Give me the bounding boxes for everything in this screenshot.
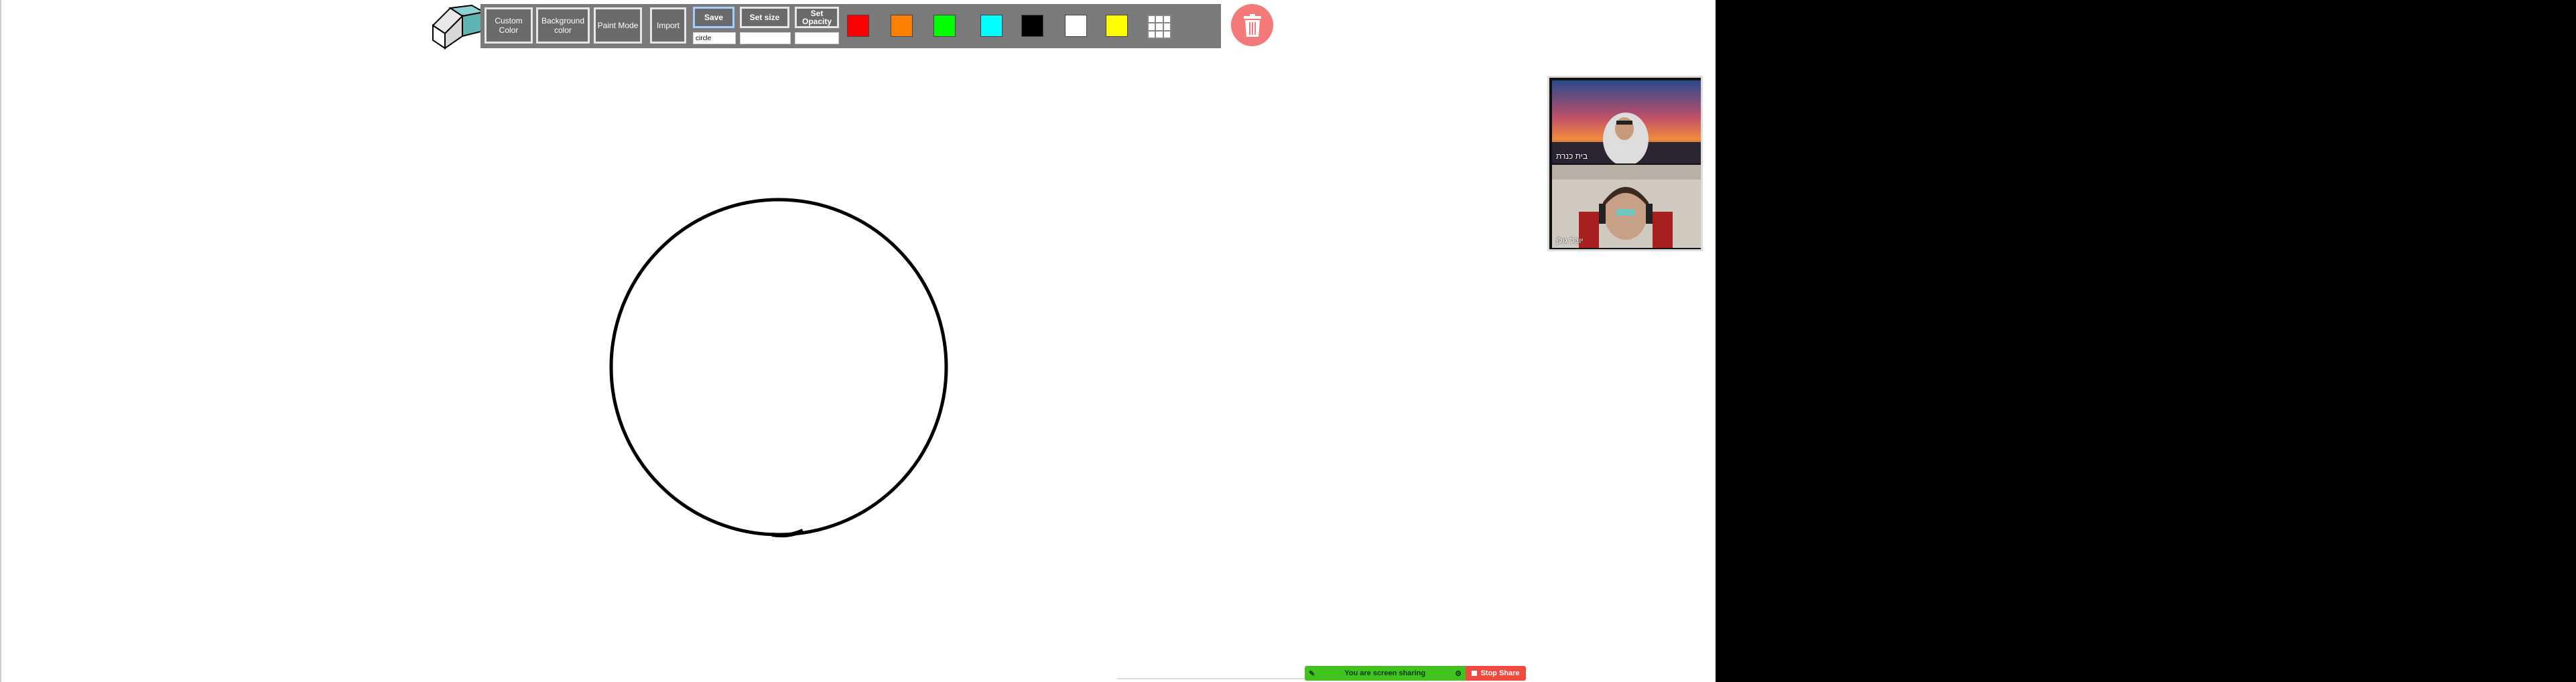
stop-share-label: Stop Share [1480, 669, 1520, 677]
video-panel: בית כנרת יובל גולן [1547, 76, 1703, 251]
swatch-green[interactable] [933, 15, 956, 37]
pin-icon[interactable]: ✎ [1309, 669, 1315, 678]
participant-name: בית כנרת [1556, 151, 1588, 161]
drawing-toolbar: Custom Color Background color Paint Mode… [480, 4, 1221, 48]
set-size-button[interactable]: Set size [740, 7, 789, 28]
swatch-black[interactable] [1021, 15, 1043, 37]
import-button[interactable]: Import [650, 7, 686, 44]
share-status-text: You are screen sharing [1344, 669, 1426, 677]
paint-mode-button[interactable]: Paint Mode [594, 7, 642, 44]
trash-icon [1243, 13, 1261, 37]
drawn-circle [609, 198, 948, 538]
participant-name: יובל גולן [1556, 236, 1584, 245]
swatch-red[interactable] [847, 15, 869, 37]
drawing-canvas[interactable]: Custom Color Background color Paint Mode… [0, 0, 1716, 682]
grid-icon[interactable] [1147, 15, 1171, 39]
settings-icon[interactable]: ⚙ [1455, 669, 1462, 678]
share-status[interactable]: ✎ You are screen sharing ⚙ [1305, 666, 1466, 681]
clear-canvas-button[interactable] [1231, 4, 1273, 46]
video-tile-2: יובל גולן [1552, 165, 1701, 248]
swatch-yellow[interactable] [1106, 15, 1128, 37]
video-tile-1: בית כנרת [1552, 80, 1701, 163]
opacity-input[interactable] [795, 32, 839, 44]
divider [1117, 678, 1305, 679]
stop-icon [1472, 671, 1478, 676]
swatch-white[interactable] [1065, 15, 1087, 37]
save-button[interactable]: Save [693, 7, 734, 28]
set-opacity-button[interactable]: Set Opacity [795, 7, 839, 28]
stop-share-button[interactable]: Stop Share [1466, 666, 1526, 681]
swatch-cyan[interactable] [980, 15, 1003, 37]
save-name-input[interactable] [693, 32, 736, 44]
eraser-icon[interactable] [430, 3, 486, 50]
custom-color-button[interactable]: Custom Color [485, 7, 533, 44]
swatch-orange[interactable] [891, 15, 913, 37]
screen-share-bar: ✎ You are screen sharing ⚙ Stop Share [1305, 666, 1526, 681]
size-input[interactable] [740, 32, 791, 44]
background-color-button[interactable]: Background color [536, 7, 590, 44]
